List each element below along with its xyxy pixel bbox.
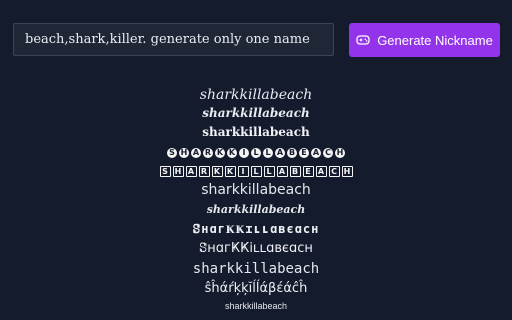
- letter-badge: E: [299, 147, 309, 158]
- nickname-stylized-symbols[interactable]: ꗟнɑгҜҜɪʟʟɑвєɑcн: [0, 219, 512, 239]
- letter-badge: S: [167, 147, 177, 158]
- letter-badge: A: [191, 147, 201, 158]
- letter-badge: A: [185, 166, 197, 177]
- nickname-monospace[interactable]: sharkkillabeach: [0, 259, 512, 279]
- letter-badge: L: [251, 147, 261, 158]
- prompt-input[interactable]: beach,shark,killer. generate only one na…: [13, 23, 334, 56]
- generate-nickname-button[interactable]: Generate Nickname: [349, 23, 500, 57]
- letter-badge: L: [263, 147, 273, 158]
- letter-badge: I: [237, 166, 249, 177]
- nickname-sans[interactable]: sharkkillabeach: [0, 180, 512, 200]
- letter-badge: B: [289, 166, 301, 177]
- letter-badge: A: [275, 147, 285, 158]
- nickname-stylized-small-caps[interactable]: ꗟнɑгҜҜiʟʟɑʙєɑcн: [0, 239, 512, 259]
- letter-badge: B: [287, 147, 297, 158]
- nickname-italic-serif[interactable]: sharkkillabeach: [0, 86, 512, 104]
- letter-badge: A: [276, 166, 288, 177]
- nickname-bold-italic-script[interactable]: sharkkillabeach: [0, 104, 512, 122]
- letter-badge: S: [159, 166, 171, 177]
- nickname-blackletter[interactable]: sharkkillabeach: [0, 122, 512, 142]
- letter-badge: K: [224, 166, 236, 177]
- letter-badge: L: [250, 166, 262, 177]
- gamepad-icon: [356, 34, 370, 46]
- letter-badge: C: [323, 147, 333, 158]
- letter-badge: A: [315, 166, 327, 177]
- nickname-squared-letters[interactable]: SHARKKILLABEACH: [0, 162, 512, 180]
- letter-badge: K: [215, 147, 225, 158]
- letter-badge: A: [311, 147, 321, 158]
- letter-badge: L: [263, 166, 275, 177]
- letter-badge: K: [211, 166, 223, 177]
- letter-badge: R: [198, 166, 210, 177]
- letter-badge: E: [302, 166, 314, 177]
- letter-badge: R: [203, 147, 213, 158]
- generate-button-label: Generate Nickname: [377, 32, 493, 48]
- nickname-bold-italic-serif[interactable]: sharkkillabeach: [0, 200, 512, 219]
- letter-badge: K: [227, 147, 237, 158]
- letter-badge: C: [328, 166, 340, 177]
- nickname-small[interactable]: sharkkillabeach: [0, 299, 512, 313]
- letter-badge: I: [239, 147, 249, 158]
- letter-badge: H: [341, 166, 353, 177]
- letter-badge: H: [335, 147, 345, 158]
- nickname-circled-letters[interactable]: SHARKKILLABEACH: [0, 143, 512, 161]
- letter-badge: H: [179, 147, 189, 158]
- letter-badge: H: [172, 166, 184, 177]
- nickname-results-list: sharkkillabeach sharkkillabeach sharkkil…: [0, 86, 512, 313]
- nickname-accented[interactable]: ŝĥάŕķķĭĺĺάβέάĉĥ: [0, 279, 512, 299]
